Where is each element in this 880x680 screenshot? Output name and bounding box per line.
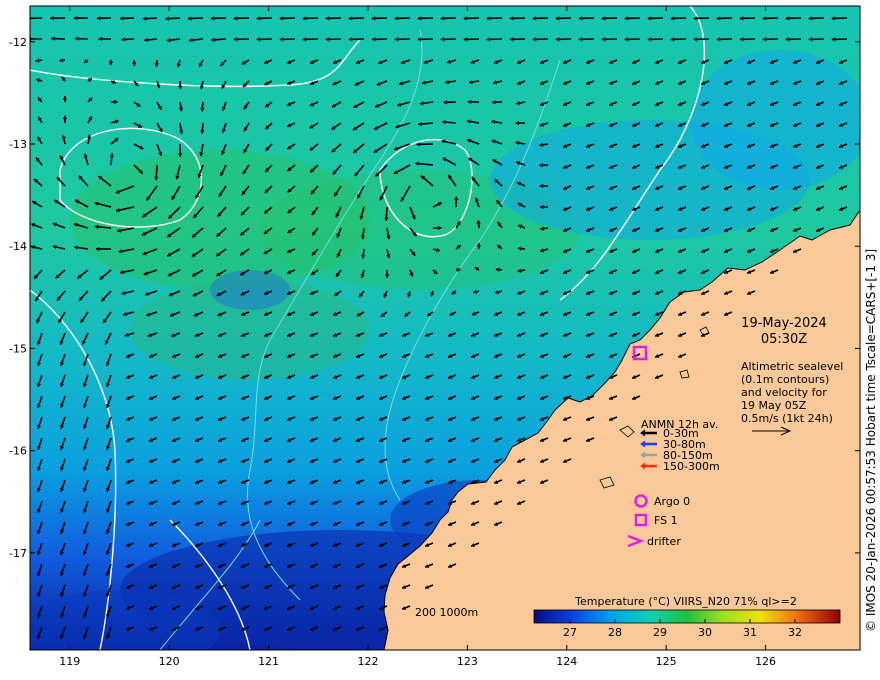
description-line: Altimetric sealevel	[741, 360, 843, 373]
side-caption: © IMOS 20-Jan-2026 00:57:53 Hobart time …	[864, 248, 878, 632]
drifter-label: drifter	[647, 535, 681, 548]
x-tick-label: 119	[59, 655, 80, 668]
y-tick-label: -16	[9, 445, 27, 458]
x-tick-label: 123	[457, 655, 478, 668]
description-line: and velocity for	[741, 386, 827, 399]
description-line: (0.1m contours)	[741, 373, 829, 386]
colorbar	[533, 609, 841, 624]
y-tick-label: -13	[9, 138, 27, 151]
argo-label: Argo 0	[654, 495, 690, 508]
velocity-arrow-head	[30, 36, 32, 41]
colorbar-tick-label: 28	[608, 626, 622, 639]
x-tick-label: 126	[755, 655, 776, 668]
colorbar-tick-label: 32	[788, 626, 802, 639]
y-tick-label: -14	[9, 240, 27, 253]
map-plot-area	[30, 6, 860, 650]
x-tick-label: 120	[159, 655, 180, 668]
colorbar-title: Temperature (°C) VIIRS_N20 71% ql>=2	[574, 595, 797, 608]
colorbar-tick-label: 30	[698, 626, 712, 639]
legend-label: 150-300m	[663, 460, 720, 473]
x-tick-label: 125	[656, 655, 677, 668]
y-tick-label: -12	[9, 36, 27, 49]
description-line: 19 May 05Z	[741, 399, 807, 412]
time-label: 05:30Z	[761, 332, 807, 347]
ocean-map: 119 120 121 122 123 124 125 126 -12 -13 -14 -15 -16…	[9, 5, 861, 668]
isobath-legend: 200 1000m	[415, 606, 478, 619]
colorbar-tick-label: 27	[563, 626, 577, 639]
x-tick-label: 124	[556, 655, 577, 668]
fs-label: FS 1	[654, 514, 678, 527]
x-tick-label: 121	[258, 655, 279, 668]
y-tick-label: -15	[9, 342, 27, 355]
colorbar-tick-label: 31	[743, 626, 757, 639]
colorbar-tick-label: 29	[653, 626, 667, 639]
x-tick-label: 122	[357, 655, 378, 668]
y-tick-label: -17	[9, 547, 27, 560]
description-line: 0.5m/s (1kt 24h)	[741, 412, 833, 425]
date-label: 19-May-2024	[741, 316, 827, 331]
